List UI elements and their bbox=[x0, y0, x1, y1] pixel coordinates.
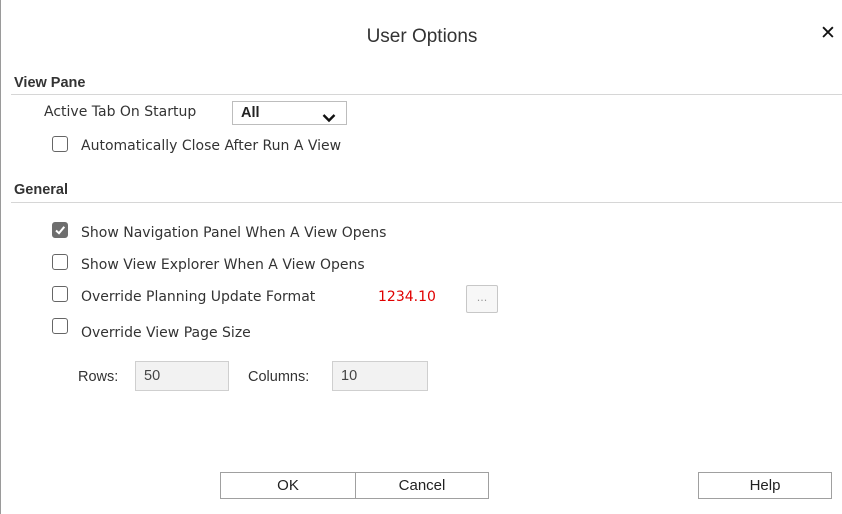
rows-label: Rows: bbox=[78, 369, 119, 385]
override-format-checkbox[interactable] bbox=[52, 286, 68, 302]
show-explorer-label: Show View Explorer When A View Opens bbox=[81, 257, 365, 273]
chevron-down-icon bbox=[322, 108, 336, 127]
ok-button[interactable]: OK bbox=[220, 472, 356, 499]
columns-label: Columns: bbox=[248, 369, 310, 385]
active-tab-label: Active Tab On Startup bbox=[44, 104, 197, 120]
format-picker-button[interactable]: ... bbox=[466, 285, 498, 313]
auto-close-checkbox[interactable] bbox=[52, 136, 68, 152]
help-button[interactable]: Help bbox=[698, 472, 832, 499]
cancel-button[interactable]: Cancel bbox=[355, 472, 489, 499]
close-icon[interactable]: ✕ bbox=[820, 22, 836, 44]
columns-input[interactable] bbox=[332, 361, 428, 391]
override-page-size-label: Override View Page Size bbox=[81, 325, 251, 341]
override-format-label: Override Planning Update Format bbox=[81, 289, 316, 305]
format-sample: 1234.10 bbox=[378, 289, 436, 305]
active-tab-value: All bbox=[241, 105, 260, 121]
checkmark-icon bbox=[55, 226, 66, 235]
general-heading: General bbox=[14, 182, 68, 198]
active-tab-select[interactable]: All bbox=[232, 101, 347, 125]
auto-close-label: Automatically Close After Run A View bbox=[81, 138, 342, 154]
show-explorer-checkbox[interactable] bbox=[52, 254, 68, 270]
title-bar: User Options ✕ bbox=[1, 0, 842, 70]
dialog-title: User Options bbox=[366, 26, 478, 47]
rows-input[interactable] bbox=[135, 361, 229, 391]
show-nav-label: Show Navigation Panel When A View Opens bbox=[81, 225, 387, 241]
view-pane-heading: View Pane bbox=[14, 75, 86, 91]
general-divider bbox=[11, 202, 842, 203]
user-options-dialog: User Options ✕ View Pane Active Tab On S… bbox=[0, 0, 842, 514]
show-nav-checkbox[interactable] bbox=[52, 222, 68, 238]
view-pane-divider bbox=[11, 94, 842, 95]
override-page-size-checkbox[interactable] bbox=[52, 318, 68, 334]
